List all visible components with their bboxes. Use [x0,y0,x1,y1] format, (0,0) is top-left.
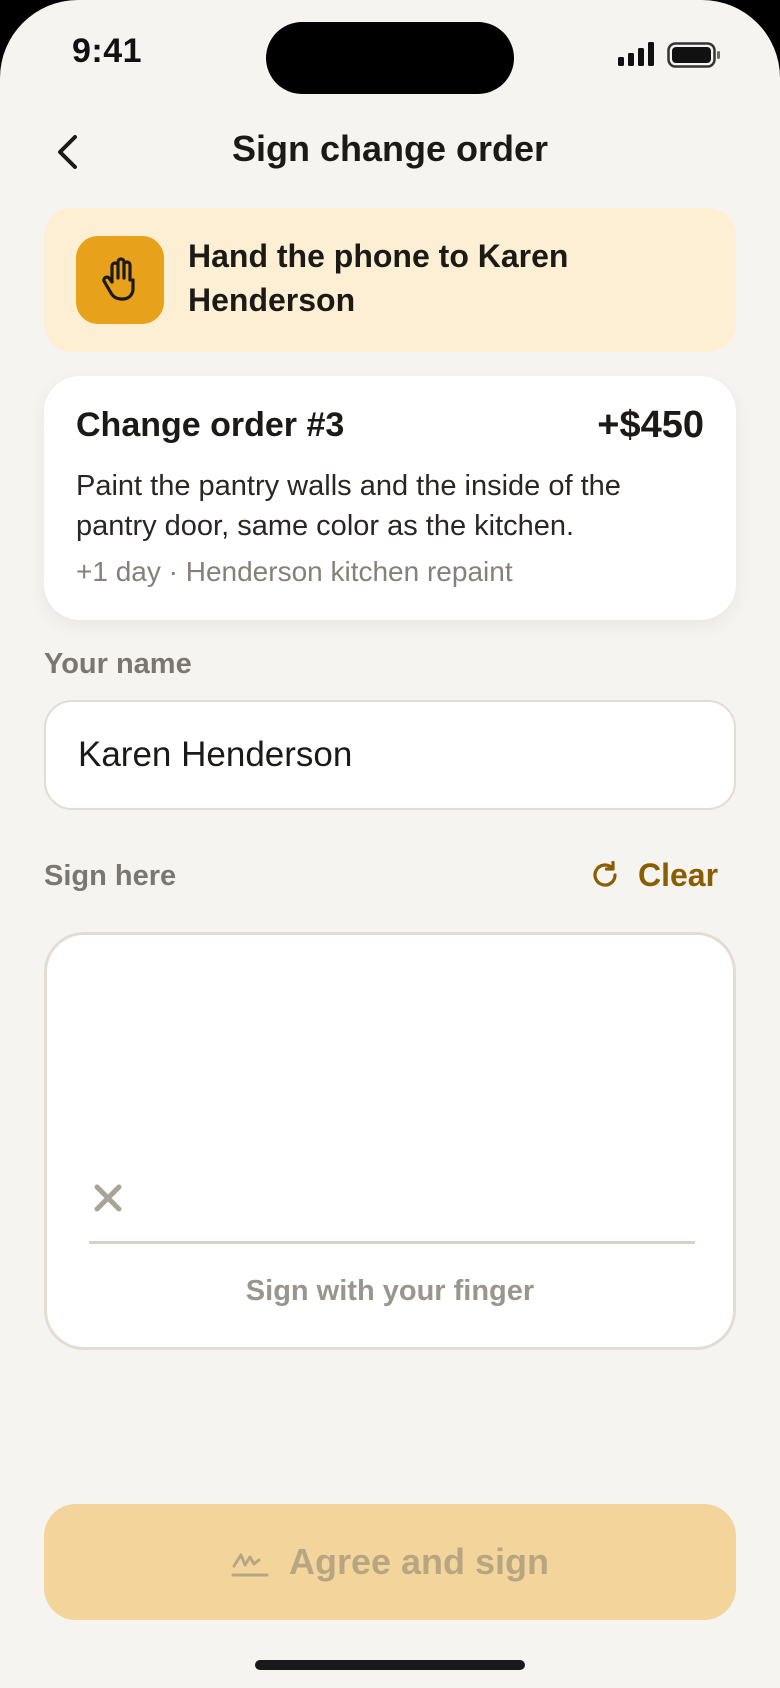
page-title: Sign change order [231,128,549,169]
dynamic-island [266,22,514,94]
status-time: 9:41 [72,32,143,70]
hand-icon [102,257,135,301]
signature-hint: Sign with your finger [245,1275,535,1307]
signature-label: Sign here [44,860,177,892]
x-icon [94,1184,122,1212]
home-indicator [255,1660,525,1670]
handoff-message: Hand the phone to Karen Henderson [188,238,569,318]
clear-signature-button[interactable]: Clear [590,850,718,900]
battery-icon [667,42,720,68]
change-order-meta: +1 day · Henderson kitchen repaint [76,556,513,587]
agree-and-sign-button[interactable]: Agree and sign [44,1504,736,1620]
handoff-banner: Hand the phone to Karen Henderson [44,208,736,352]
name-field-label: Your name [44,648,192,680]
agree-and-sign-label: Agree and sign [288,1541,550,1582]
signature-pad[interactable]: Sign with your finger [44,932,736,1350]
name-input[interactable] [44,700,736,810]
signature-icon [231,1553,269,1577]
clear-label: Clear [638,856,719,893]
refresh-icon [593,860,617,887]
cellular-signal-icon [618,42,654,66]
signature-baseline [89,1241,695,1244]
change-order-amount: +$450 [597,404,704,446]
change-order-title: Change order #3 [76,406,345,444]
hand-icon-badge [76,236,164,324]
phone-screen: 9:41 Sign change order Hand the phone to… [0,0,780,1688]
change-order-card: Change order #3 +$450 Paint the pantry w… [44,376,736,620]
change-order-description: Paint the pantry walls and the inside of… [76,470,621,542]
